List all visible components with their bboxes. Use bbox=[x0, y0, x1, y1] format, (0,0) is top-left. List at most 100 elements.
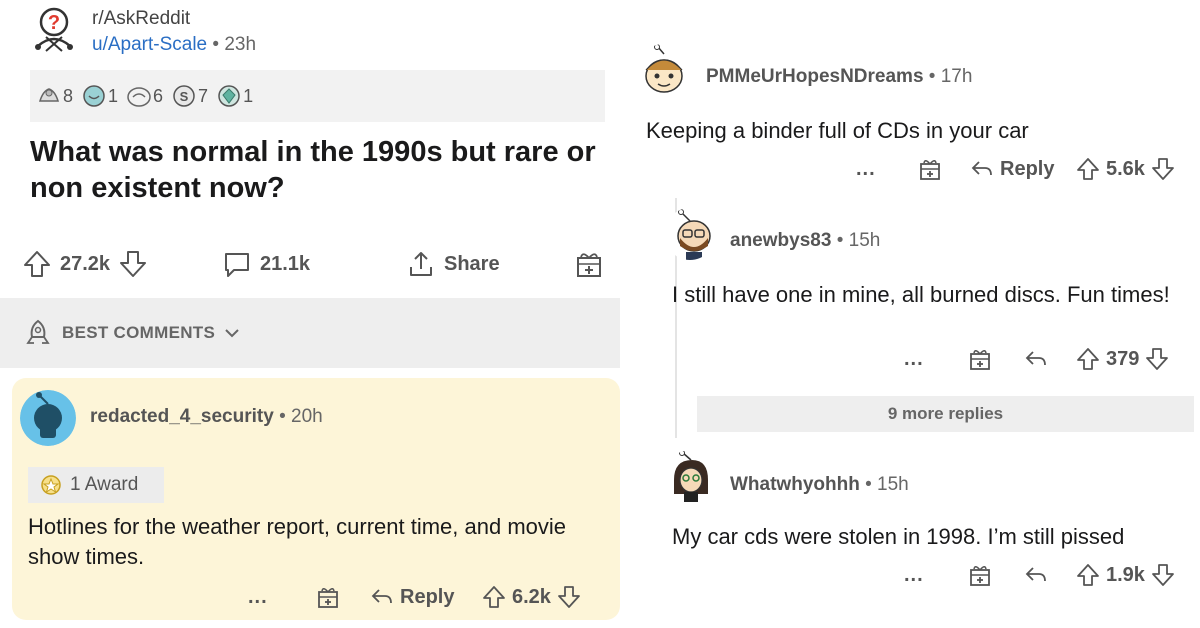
comment-actions: ... Reply 6.2k bbox=[0, 580, 620, 614]
reply-icon bbox=[1025, 567, 1046, 582]
rocket-icon bbox=[26, 319, 50, 344]
avatar[interactable] bbox=[664, 208, 716, 260]
comments-button[interactable]: 21.1k bbox=[222, 249, 310, 279]
comment-actions: ... Reply 5.6k bbox=[640, 154, 1200, 184]
give-award-button[interactable] bbox=[918, 157, 942, 181]
give-award-button[interactable] bbox=[574, 249, 604, 279]
svg-text:S: S bbox=[180, 89, 189, 104]
comment-author-line: Whatwhyohhh • 15h bbox=[730, 474, 909, 496]
comment-vote-group: 5.6k bbox=[1076, 157, 1175, 181]
comment-body: Hotlines for the weather report, current… bbox=[28, 514, 567, 569]
comment-sort-bar[interactable]: BEST COMMENTS bbox=[0, 298, 620, 368]
hands-award-icon bbox=[38, 88, 60, 102]
downvote-icon[interactable] bbox=[1151, 157, 1175, 181]
helpful-award-icon bbox=[127, 87, 151, 107]
comment-body: I still have one in mine, all burned dis… bbox=[672, 282, 1170, 307]
comment-vote-group: 1.9k bbox=[1076, 563, 1175, 587]
post-actions: 27.2k 21.1k Share bbox=[22, 244, 620, 284]
comment-author-line: redacted_4_security • 20h bbox=[90, 406, 323, 428]
reply-button[interactable]: Reply bbox=[970, 157, 1054, 181]
post-title[interactable]: What was normal in the 1990s but rare or… bbox=[30, 134, 620, 206]
reply-label: Reply bbox=[400, 585, 455, 608]
post-meta: r/AskReddit u/Apart-Scale • 23h bbox=[92, 6, 256, 58]
comment-time: 15h bbox=[877, 474, 909, 495]
share-button[interactable]: Share bbox=[406, 249, 500, 279]
downvote-icon[interactable] bbox=[1151, 563, 1175, 587]
comment-icon bbox=[225, 253, 249, 277]
upvote-icon[interactable] bbox=[482, 585, 506, 609]
meta-separator: • bbox=[836, 230, 844, 251]
downvote-icon[interactable] bbox=[557, 585, 581, 609]
gem-award-icon bbox=[218, 85, 240, 107]
avatar[interactable] bbox=[664, 450, 718, 504]
upvote-icon[interactable] bbox=[22, 249, 52, 279]
comment-author[interactable]: Whatwhyohhh bbox=[730, 474, 860, 495]
comment-author[interactable]: anewbys83 bbox=[730, 230, 831, 251]
give-award-button[interactable] bbox=[968, 347, 992, 371]
award-count: 1 bbox=[108, 85, 119, 106]
upvote-icon[interactable] bbox=[1076, 157, 1100, 181]
award-item[interactable]: 1 bbox=[216, 83, 253, 109]
meta-separator: • bbox=[928, 66, 936, 87]
reply-button[interactable] bbox=[1024, 563, 1048, 587]
reply-icon bbox=[971, 161, 992, 176]
subreddit-name[interactable]: r/AskReddit bbox=[92, 6, 256, 32]
meta-separator: • bbox=[212, 34, 220, 55]
award-icon bbox=[41, 475, 61, 495]
avatar[interactable] bbox=[636, 44, 692, 100]
comment-vote-group: 6.2k bbox=[482, 585, 581, 609]
award-badge[interactable]: 1 Award bbox=[28, 467, 164, 503]
gift-icon bbox=[920, 160, 940, 180]
more-replies-button[interactable]: 9 more replies bbox=[697, 396, 1194, 432]
comment-vote-count: 1.9k bbox=[1106, 563, 1145, 586]
award-count: 1 bbox=[243, 85, 254, 106]
comment-time: 15h bbox=[848, 230, 881, 251]
award-item[interactable]: 6 bbox=[126, 83, 163, 109]
sort-label: BEST COMMENTS bbox=[62, 323, 216, 342]
award-count: 7 bbox=[198, 85, 209, 106]
silver-award-icon: S bbox=[173, 85, 195, 107]
comment-actions: ... 1.9k bbox=[640, 560, 1200, 590]
post-time: 23h bbox=[224, 34, 257, 55]
avatar[interactable] bbox=[20, 390, 76, 446]
comment-body: My car cds were stolen in 1998. I’m stil… bbox=[672, 524, 1125, 549]
meta-separator: • bbox=[279, 406, 286, 427]
downvote-icon[interactable] bbox=[118, 249, 148, 279]
post-vote-group: 27.2k bbox=[22, 249, 148, 279]
gift-icon bbox=[970, 566, 990, 586]
award-item[interactable]: 1 bbox=[81, 83, 118, 109]
chevron-down-icon bbox=[225, 329, 239, 338]
svg-text:?: ? bbox=[48, 12, 60, 34]
award-item[interactable]: S 7 bbox=[171, 83, 208, 109]
comment-time: 20h bbox=[291, 406, 323, 427]
awards-strip[interactable]: 8 1 6 S 7 1 bbox=[30, 70, 605, 122]
comment-time: 17h bbox=[940, 66, 973, 87]
share-icon bbox=[410, 252, 432, 276]
comment-vote-group: 379 bbox=[1076, 347, 1169, 371]
give-award-button[interactable] bbox=[316, 585, 340, 609]
post-author-line: u/Apart-Scale • 23h bbox=[92, 32, 256, 58]
reply-button[interactable]: Reply bbox=[370, 585, 454, 609]
award-count: 6 bbox=[153, 85, 164, 106]
upvote-icon[interactable] bbox=[1076, 563, 1100, 587]
comment-body: Keeping a binder full of CDs in your car bbox=[646, 118, 1029, 143]
post-panel: ? r/AskReddit u/Apart-Scale • 23h 8 1 6 bbox=[0, 0, 620, 628]
reply-button[interactable] bbox=[1024, 347, 1048, 371]
upvote-icon[interactable] bbox=[1076, 347, 1100, 371]
comment-vote-count: 5.6k bbox=[1106, 157, 1145, 180]
give-award-button[interactable] bbox=[968, 563, 992, 587]
post-author[interactable]: u/Apart-Scale bbox=[92, 34, 207, 55]
gift-icon bbox=[577, 253, 601, 277]
gift-icon bbox=[318, 588, 338, 608]
more-options-icon[interactable]: ... bbox=[904, 348, 924, 371]
more-options-icon[interactable]: ... bbox=[248, 586, 268, 609]
more-options-icon[interactable]: ... bbox=[904, 564, 924, 587]
more-options-icon[interactable]: ... bbox=[856, 158, 876, 181]
post-header: ? r/AskReddit u/Apart-Scale • 23h bbox=[30, 6, 256, 58]
downvote-icon[interactable] bbox=[1145, 347, 1169, 371]
post-vote-count: 27.2k bbox=[60, 252, 111, 275]
award-item[interactable]: 8 bbox=[36, 83, 73, 109]
askreddit-snoo-icon[interactable]: ? bbox=[30, 6, 78, 54]
comment-author[interactable]: PMMeUrHopesNDreams bbox=[706, 66, 924, 87]
comment-author[interactable]: redacted_4_security bbox=[90, 406, 274, 427]
